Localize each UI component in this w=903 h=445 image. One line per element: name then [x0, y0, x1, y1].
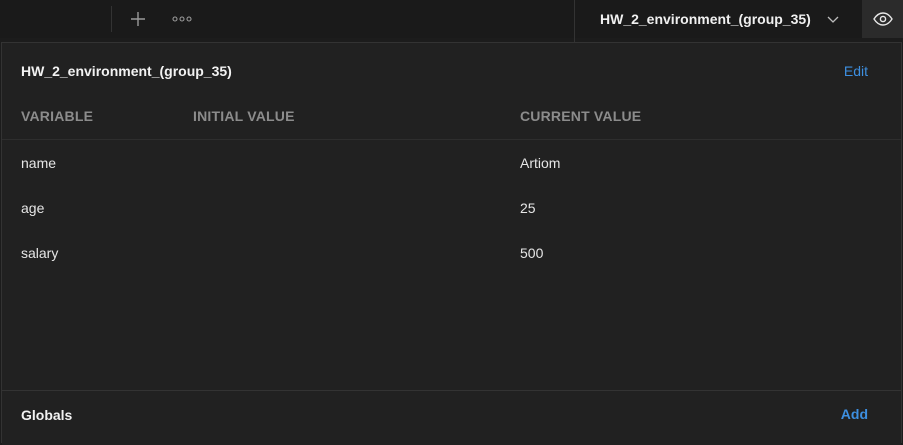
column-header-variable: VARIABLE: [21, 108, 94, 124]
add-global-link[interactable]: Add: [841, 406, 868, 422]
current-value-cell: Artiom: [520, 155, 561, 171]
column-header-current-value: CURRENT VALUE: [520, 108, 642, 124]
current-value-cell: 500: [520, 245, 544, 261]
tab-bar: HW_2_environment_(group_35): [0, 0, 903, 42]
tab-divider: [111, 6, 112, 32]
current-value-cell: 25: [520, 200, 536, 216]
table-row: salary 500: [2, 239, 901, 269]
table-row: name Artiom: [2, 149, 901, 179]
variable-name-cell: age: [21, 200, 45, 216]
more-horizontal-icon: [172, 16, 192, 22]
environment-quick-look-button[interactable]: [862, 0, 903, 38]
environment-selector[interactable]: HW_2_environment_(group_35): [574, 0, 863, 42]
variable-name-cell: salary: [21, 245, 59, 261]
environment-title: HW_2_environment_(group_35): [21, 63, 232, 79]
globals-title: Globals: [21, 407, 73, 423]
more-tabs-button[interactable]: [168, 5, 196, 33]
chevron-down-icon: [827, 16, 839, 23]
globals-section: Globals Add: [2, 390, 901, 445]
environment-selector-label: HW_2_environment_(group_35): [600, 11, 811, 27]
header-divider: [2, 139, 901, 140]
edit-environment-link[interactable]: Edit: [844, 63, 868, 79]
variable-name-cell: name: [21, 155, 57, 171]
table-row: age 25: [2, 194, 901, 224]
column-header-initial-value: INITIAL VALUE: [193, 108, 295, 124]
environment-quick-look-panel: HW_2_environment_(group_35) Edit VARIABL…: [1, 42, 902, 445]
new-tab-button[interactable]: [124, 5, 152, 33]
eye-icon: [872, 12, 893, 26]
plus-icon: [131, 12, 145, 26]
